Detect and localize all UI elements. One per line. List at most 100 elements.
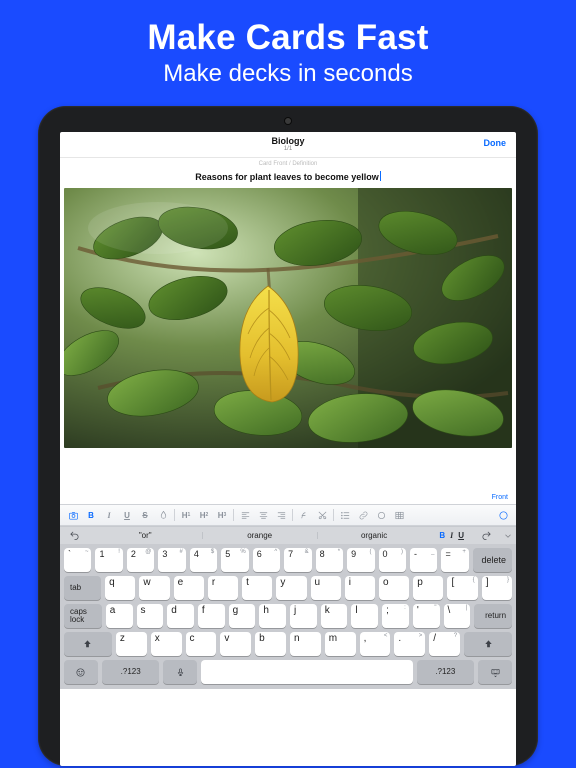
key-u[interactable]: u — [311, 576, 341, 600]
key-char[interactable]: .> — [394, 632, 425, 656]
key-6[interactable]: 6^ — [253, 548, 280, 572]
key-m[interactable]: m — [325, 632, 356, 656]
align-left-button[interactable] — [238, 508, 252, 522]
delete-key[interactable]: delete — [473, 548, 512, 572]
undo-button[interactable] — [60, 530, 88, 541]
link-button[interactable] — [356, 508, 370, 522]
key-3[interactable]: 3# — [158, 548, 185, 572]
heading3-button[interactable]: H3 — [215, 508, 229, 522]
keyboard: `~1!2@3#4$5%6^7&8*9(0)-_=+delete tab qwe… — [60, 544, 516, 689]
tab-key[interactable]: tab — [64, 576, 101, 600]
deck-title: Biology — [272, 137, 305, 146]
key-i[interactable]: i — [345, 576, 375, 600]
key-9[interactable]: 9( — [347, 548, 374, 572]
key-g[interactable]: g — [229, 604, 256, 628]
key-char[interactable]: [{ — [447, 576, 477, 600]
ipad-frame: Biology 1/1 Done Card Front / Definition… — [38, 106, 538, 766]
caps-lock-key[interactable]: caps lock — [64, 604, 102, 628]
numsym-key-right[interactable]: .?123 — [417, 660, 475, 684]
key-s[interactable]: s — [137, 604, 164, 628]
text-color-button[interactable] — [156, 508, 170, 522]
key-0[interactable]: 0) — [379, 548, 406, 572]
key-q[interactable]: q — [105, 576, 135, 600]
keyboard-row-a: caps lock asdfghjkl;:'"\| return — [64, 604, 512, 628]
suggestion-item[interactable]: orange — [202, 529, 316, 542]
key-char[interactable]: =+ — [441, 548, 468, 572]
key-k[interactable]: k — [321, 604, 348, 628]
card-image[interactable] — [64, 188, 512, 448]
key-char[interactable]: -_ — [410, 548, 437, 572]
collapse-suggestions-button[interactable] — [500, 531, 516, 541]
card-text-input[interactable]: Reasons for plant leaves to become yello… — [60, 169, 516, 186]
key-1[interactable]: 1! — [95, 548, 122, 572]
key-f[interactable]: f — [198, 604, 225, 628]
key-p[interactable]: p — [413, 576, 443, 600]
redo-button[interactable] — [472, 530, 500, 541]
heading1-button[interactable]: H1 — [179, 508, 193, 522]
italic-shortcut[interactable]: I — [450, 531, 453, 540]
key-char[interactable]: ,< — [360, 632, 391, 656]
suggestion-cells: "or" orange organic — [88, 529, 431, 542]
emoji-key[interactable] — [64, 660, 98, 684]
done-button[interactable]: Done — [484, 138, 507, 148]
key-b[interactable]: b — [255, 632, 286, 656]
cut-button[interactable] — [315, 508, 329, 522]
key-char[interactable]: `~ — [64, 548, 91, 572]
key-char[interactable]: \| — [444, 604, 471, 628]
shift-key-left[interactable] — [64, 632, 112, 656]
underline-button[interactable]: U — [120, 508, 134, 522]
key-7[interactable]: 7& — [284, 548, 311, 572]
bold-button[interactable]: B — [84, 508, 98, 522]
key-j[interactable]: j — [290, 604, 317, 628]
list-button[interactable] — [338, 508, 352, 522]
return-key[interactable]: return — [474, 604, 512, 628]
key-d[interactable]: d — [167, 604, 194, 628]
dictation-key[interactable] — [163, 660, 197, 684]
key-e[interactable]: e — [174, 576, 204, 600]
camera-icon[interactable] — [66, 508, 80, 522]
key-8[interactable]: 8* — [316, 548, 343, 572]
key-o[interactable]: o — [379, 576, 409, 600]
align-right-button[interactable] — [274, 508, 288, 522]
card-side-label[interactable]: Front — [60, 448, 516, 504]
italic-button[interactable]: I — [102, 508, 116, 522]
key-2[interactable]: 2@ — [127, 548, 154, 572]
separator-icon — [333, 509, 334, 521]
more-button[interactable] — [496, 508, 510, 522]
suggestion-item[interactable]: "or" — [88, 529, 202, 542]
key-char[interactable]: /? — [429, 632, 460, 656]
space-key[interactable] — [201, 660, 412, 684]
format-shortcut[interactable]: B I U — [431, 531, 472, 540]
bold-shortcut[interactable]: B — [439, 531, 445, 540]
heading2-button[interactable]: H2 — [197, 508, 211, 522]
strike-button[interactable]: S — [138, 508, 152, 522]
key-y[interactable]: y — [276, 576, 306, 600]
suggestion-item[interactable]: organic — [317, 529, 431, 542]
key-5[interactable]: 5% — [221, 548, 248, 572]
key-c[interactable]: c — [186, 632, 217, 656]
key-x[interactable]: x — [151, 632, 182, 656]
underline-shortcut[interactable]: U — [458, 531, 464, 540]
key-h[interactable]: h — [259, 604, 286, 628]
align-center-button[interactable] — [256, 508, 270, 522]
shift-key-right[interactable] — [464, 632, 512, 656]
card-side-hint: Card Front / Definition — [60, 158, 516, 169]
keyboard-row-q: tab qwertyuiop[{]} — [64, 576, 512, 600]
numsym-key[interactable]: .?123 — [102, 660, 160, 684]
key-char[interactable]: ;: — [382, 604, 409, 628]
circle-button[interactable] — [374, 508, 388, 522]
function-button[interactable] — [297, 508, 311, 522]
key-z[interactable]: z — [116, 632, 147, 656]
key-v[interactable]: v — [220, 632, 251, 656]
key-char[interactable]: ]} — [482, 576, 512, 600]
key-t[interactable]: t — [242, 576, 272, 600]
key-4[interactable]: 4$ — [190, 548, 217, 572]
table-button[interactable] — [392, 508, 406, 522]
key-n[interactable]: n — [290, 632, 321, 656]
key-a[interactable]: a — [106, 604, 133, 628]
key-l[interactable]: l — [351, 604, 378, 628]
dismiss-keyboard-key[interactable] — [478, 660, 512, 684]
key-char[interactable]: '" — [413, 604, 440, 628]
key-r[interactable]: r — [208, 576, 238, 600]
key-w[interactable]: w — [139, 576, 169, 600]
